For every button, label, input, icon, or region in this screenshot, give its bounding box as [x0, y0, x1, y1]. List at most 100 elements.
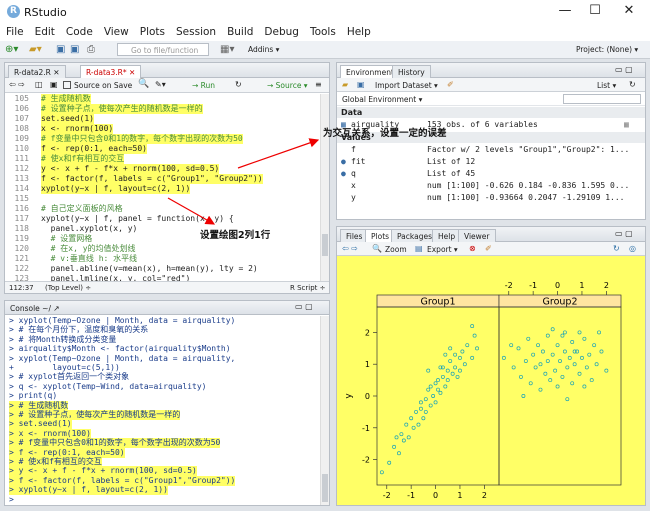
save-workspace-icon[interactable]: ▣	[357, 80, 365, 89]
code-line[interactable]: # 设置网格	[41, 234, 93, 244]
goto-file-input[interactable]: Go to file/function	[117, 43, 209, 56]
code-line[interactable]: xyplot(y~x | f, panel = function(x, y) {	[41, 214, 234, 224]
tab-history[interactable]: History	[392, 65, 431, 78]
menu-debug[interactable]: Debug	[258, 24, 304, 38]
console-scrollbar[interactable]	[320, 316, 329, 505]
code-line[interactable]: # 在x, y的均值处划线	[41, 244, 136, 254]
tab-r-data2[interactable]: R-data2.R ✕	[8, 65, 66, 78]
code-line[interactable]: f <- rep(0:1, each=50)	[41, 144, 147, 154]
save-all-icon[interactable]: ▣	[70, 44, 79, 55]
menu-plots[interactable]: Plots	[134, 24, 170, 38]
minimize-button[interactable]: —	[550, 3, 580, 21]
maximize-button[interactable]: ☐	[580, 3, 610, 21]
console-title[interactable]: Console ~/ ↗	[10, 304, 60, 313]
tab-r-data3[interactable]: R-data3.R* ✕	[80, 65, 142, 78]
code-line[interactable]: # 自己定义面板的风格	[41, 204, 123, 214]
code-line[interactable]: y <- x + f - f*x + rnorm(100, sd=0.5)	[41, 164, 220, 174]
x-tick-label: 0	[433, 491, 438, 500]
refresh-plot-icon[interactable]: ↻	[613, 244, 620, 253]
back-arrow-icon[interactable]: ⇦ ⇨	[9, 80, 25, 89]
code-line[interactable]: panel.lmline(x, y, col="red")	[41, 274, 191, 281]
env-row-name: f	[351, 145, 356, 154]
show-in-window-icon[interactable]: ◫	[35, 80, 43, 89]
tab-environment[interactable]: Environment	[340, 65, 400, 78]
expand-icon[interactable]: ●	[341, 157, 346, 166]
env-row-x[interactable]: x num [1:100] -0.626 0.184 -0.836 1.595 0…	[337, 180, 645, 192]
remove-plot-icon[interactable]: ⊗	[469, 244, 476, 253]
menu-code[interactable]: Code	[60, 24, 98, 38]
list-view-button[interactable]: List ▾	[597, 81, 616, 90]
publish-icon[interactable]: ◎	[629, 244, 636, 253]
menu-build[interactable]: Build	[221, 24, 258, 38]
search-icon[interactable]: 🔍	[138, 79, 149, 89]
code-area[interactable]: 105 # 生成随机数 106 # 设置种子点，使每次产生的随机数是一样的 107 set…	[5, 94, 321, 281]
broom-icon[interactable]: ✐	[447, 80, 454, 89]
open-folder-icon[interactable]: ▰▾	[29, 44, 42, 55]
env-row-q[interactable]: ● q List of 45	[337, 168, 645, 180]
save-file-icon[interactable]: ▣	[50, 80, 58, 89]
data-point	[445, 368, 450, 373]
project-menu[interactable]: Project: (None) ▾	[576, 45, 638, 54]
env-row-fit[interactable]: ● fit List of 12	[337, 156, 645, 168]
x-tick-label-top: 0	[555, 281, 560, 290]
print-icon[interactable]: ⎙	[87, 44, 95, 55]
zoom-icon[interactable]: 🔍	[372, 244, 382, 253]
zoom-button[interactable]: Zoom	[385, 245, 407, 254]
outline-icon[interactable]: ≡	[315, 80, 322, 89]
minimize-pane-icon[interactable]: ▭ ▢	[295, 302, 313, 311]
new-file-icon[interactable]: ⊕▾	[5, 44, 18, 55]
load-workspace-icon[interactable]: ▰	[342, 80, 348, 89]
menu-view[interactable]: View	[98, 24, 134, 38]
code-line[interactable]: panel.xyplot(x, y)	[41, 224, 138, 234]
scope-selector[interactable]: (Top Level) ÷	[45, 284, 91, 292]
console-scroll-thumb[interactable]	[322, 474, 328, 502]
file-type-selector[interactable]: R Script ÷	[290, 284, 325, 292]
pane-controls-icon[interactable]: ▭ ▢	[615, 65, 633, 74]
view-table-icon[interactable]: ▦	[624, 120, 629, 129]
export-button[interactable]: Export ▾	[427, 245, 458, 254]
save-icon[interactable]: ▣	[56, 44, 65, 55]
env-row-y[interactable]: y num [1:100] -0.93664 0.2047 -1.29109 1.…	[337, 192, 645, 204]
code-line[interactable]: set.seed(1)	[41, 114, 94, 124]
menu-edit[interactable]: Edit	[29, 24, 60, 38]
code-line[interactable]: # 设置种子点，使每次产生的随机数是一样的	[41, 104, 203, 114]
code-line[interactable]: x <- rnorm(100)	[41, 124, 114, 134]
tab-viewer[interactable]: Viewer	[458, 229, 496, 242]
console-output[interactable]: > xyplot(Temp~Ozone | Month, data = airq…	[5, 316, 321, 505]
addins-menu[interactable]: Addins ▾	[248, 45, 279, 54]
source-button[interactable]: → Source ▾	[267, 81, 308, 90]
data-point	[550, 327, 555, 332]
tab-packages[interactable]: Packages	[391, 229, 438, 242]
code-line[interactable]: # f变量中只包含0和1的数字，每个数字出现的次数为50	[41, 134, 243, 144]
grid-icon[interactable]: ▦▾	[220, 44, 234, 55]
code-line[interactable]: # 生成随机数	[41, 94, 91, 104]
code-line[interactable]: xyplot(y~x | f, layout=c(2, 1))	[41, 184, 191, 194]
pane-max-icon[interactable]: ▭ ▢	[615, 229, 633, 238]
code-line[interactable]: f <- factor(f, labels = c("Group1", "Gro…	[41, 174, 263, 184]
clear-plots-icon[interactable]: ✐	[485, 244, 492, 253]
data-point	[523, 359, 528, 363]
re-run-icon[interactable]: ↻	[235, 80, 242, 89]
tab-help[interactable]: Help	[432, 229, 462, 242]
import-dataset-button[interactable]: Import Dataset ▾	[375, 81, 438, 90]
data-point	[533, 365, 538, 370]
menu-session[interactable]: Session	[170, 24, 221, 38]
editor-scroll-thumb[interactable]	[322, 234, 328, 256]
source-on-save-checkbox[interactable]	[63, 81, 71, 89]
expand-icon[interactable]: ●	[341, 169, 346, 178]
refresh-icon[interactable]: ↻	[629, 80, 636, 89]
code-line[interactable]: # 使x和f有相互的交互	[41, 154, 125, 164]
code-line[interactable]: panel.abline(v=mean(x), h=mean(y), lty =…	[41, 264, 258, 274]
code-line[interactable]: # v:垂直线 h: 水平线	[41, 254, 138, 264]
global-env-selector[interactable]: Global Environment ▾	[342, 95, 422, 104]
env-row-f[interactable]: f Factor w/ 2 levels "Group1","Group2": 1…	[337, 144, 645, 156]
close-button[interactable]: ✕	[614, 3, 644, 21]
menu-help[interactable]: Help	[341, 24, 376, 38]
run-button[interactable]: → Run	[192, 81, 215, 90]
code-tools-icon[interactable]: ✎▾	[155, 80, 166, 89]
menu-tools[interactable]: Tools	[304, 24, 341, 38]
prev-plot-icon[interactable]: ⇦ ⇨	[342, 244, 358, 253]
menu-file[interactable]: File	[0, 24, 29, 38]
editor-scrollbar[interactable]	[320, 94, 329, 281]
env-search-input[interactable]	[563, 94, 641, 104]
